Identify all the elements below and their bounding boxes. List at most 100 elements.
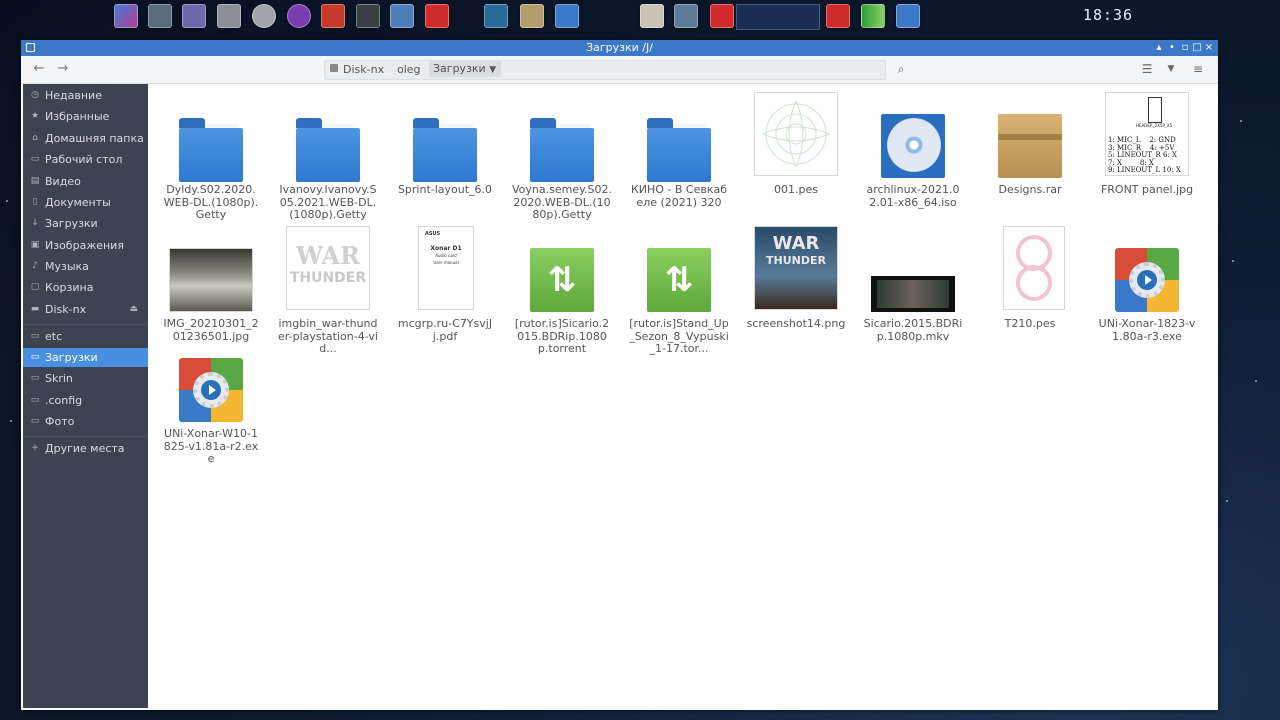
palette-icon[interactable]: [182, 4, 206, 28]
clock[interactable]: 18:36: [1068, 6, 1148, 24]
menu-icon[interactable]: ≡: [1189, 60, 1207, 78]
close-icon[interactable]: ×: [1204, 41, 1214, 55]
titlebar[interactable]: Загрузки /J/ ▴ • ▫ □ ×: [21, 40, 1218, 56]
back-arrow-icon[interactable]: [674, 4, 698, 28]
sidebar-other-locations[interactable]: + Другие места: [23, 439, 148, 458]
glass-icon[interactable]: [484, 4, 508, 28]
calculator-icon[interactable]: [148, 4, 172, 28]
pdf-title: Xonar D1: [430, 245, 462, 252]
disc-icon: [863, 90, 963, 180]
crumb-disk[interactable]: Disk-nx: [343, 63, 384, 76]
file-name: Ivanovy.Ivanovy.S05.2021.WEB-DL.(1080p).…: [279, 183, 377, 221]
file-name: archlinux-2021.02.01-x86_64.iso: [866, 183, 960, 209]
file-name: screenshot14.png: [746, 317, 846, 330]
sidebar-bookmark-etc[interactable]: ▭ etc: [23, 327, 148, 346]
sidebar-bookmark-photo[interactable]: ▭ Фото: [23, 412, 148, 431]
search-icon[interactable]: ⌕: [892, 60, 910, 78]
torrent-icon: ⇅: [512, 224, 612, 314]
trash-icon: ▢: [30, 282, 40, 292]
chevron-down-icon: ▼: [489, 65, 497, 75]
file-name: 001.pes: [774, 183, 818, 196]
document-icon: ▯: [32, 197, 38, 207]
maximize-icon[interactable]: □: [1192, 41, 1202, 55]
eject-icon[interactable]: ⏏: [129, 300, 138, 319]
installer-icon: [1097, 224, 1197, 314]
sidebar-item-recent[interactable]: ◷ Недавние: [23, 86, 148, 105]
file-name: imgbin_war-thunder-playstation-4-vid...: [278, 317, 378, 355]
equalizer-icon[interactable]: [321, 4, 345, 28]
telegram-icon[interactable]: [114, 4, 138, 28]
minimize-icon[interactable]: ▫: [1180, 41, 1190, 55]
file-name: Sprint-layout_6.0: [397, 183, 493, 196]
file-grid: Dyldy.S02.2020.WEB-DL.(1080p).Getty Ivan…: [149, 84, 1218, 710]
desktop-switch-icon[interactable]: [896, 4, 920, 28]
schematic-thumbnail: HEADER_2X5P_X5 1: MIC_L 2: GND 3: MIC_R …: [1097, 90, 1197, 180]
crumb-user[interactable]: oleg: [397, 63, 421, 76]
power-icon[interactable]: [826, 4, 850, 28]
opera-window-icon[interactable]: [710, 4, 734, 28]
media-player-icon[interactable]: [287, 4, 311, 28]
home-icon: ⌂: [32, 133, 38, 143]
file-name: Dyldy.S02.2020.WEB-DL.(1080p).Getty: [163, 183, 259, 221]
tweak-icon[interactable]: [217, 4, 241, 28]
sidebar-item-starred[interactable]: ★ Избранные: [23, 107, 148, 126]
folder-icon: ▭: [30, 352, 40, 362]
archive-icon: [980, 90, 1080, 180]
sidebar-item-disk[interactable]: ▬ Disk-nx ⏏: [23, 300, 148, 319]
opera-icon[interactable]: [425, 4, 449, 28]
sidebar-item-video[interactable]: ▤ Видео: [23, 172, 148, 191]
logo-war: WAR: [296, 241, 360, 270]
at-sign-icon[interactable]: [252, 4, 276, 28]
list-view-icon[interactable]: ☰: [1138, 60, 1156, 78]
pathbar: Disk-nx oleg Загрузки ▼: [324, 60, 886, 80]
folder-icon: ▭: [30, 331, 40, 341]
scanner-icon[interactable]: [640, 4, 664, 28]
sticky-icon[interactable]: •: [1167, 41, 1177, 55]
logo-thunder: THUNDER: [289, 270, 367, 286]
music-icon: ♪: [32, 261, 38, 271]
sidebar-item-downloads[interactable]: ↓ Загрузки: [23, 214, 148, 233]
file-manager-icon[interactable]: [555, 4, 579, 28]
image-icon: ▣: [30, 240, 40, 250]
terminal-icon[interactable]: [356, 4, 380, 28]
sidebar-divider: [23, 324, 148, 325]
sidebar-item-home[interactable]: ⌂ Домашняя папка: [23, 129, 148, 148]
sidebar-item-trash[interactable]: ▢ Корзина: [23, 278, 148, 297]
sidebar-item-images[interactable]: ▣ Изображения: [23, 236, 148, 255]
plus-icon: +: [31, 443, 39, 453]
sidebar-item-music[interactable]: ♪ Музыка: [23, 257, 148, 276]
file-name: UNi-Xonar-1823-v1.80a-r3.exe: [1098, 317, 1196, 343]
video-thumbnail: [863, 224, 963, 314]
forward-icon[interactable]: →: [55, 60, 71, 78]
torrent-icon: ⇅: [629, 224, 729, 314]
pdf-thumbnail: ASUS Xonar D1 Audio card User manual: [395, 224, 495, 314]
folder-icon: ▭: [30, 395, 40, 405]
folder-icon: [629, 90, 729, 182]
back-icon[interactable]: ←: [31, 60, 47, 78]
sidebar-bookmark-config[interactable]: ▭ .config: [23, 391, 148, 410]
window-icon[interactable]: [390, 4, 414, 28]
sidebar-divider: [23, 436, 148, 437]
sidebar-bookmark-skrin[interactable]: ▭ Skrin: [23, 369, 148, 388]
archive-icon[interactable]: [520, 4, 544, 28]
sidebar-item-desktop[interactable]: ▭ Рабочий стол: [23, 150, 148, 169]
volume-meter-icon[interactable]: [861, 4, 885, 28]
file-manager-window: Загрузки /J/ ▴ • ▫ □ × ← → Disk-nx oleg …: [21, 40, 1218, 710]
installer-icon: [161, 334, 261, 424]
file-name: [rutor.is]Sicario.2015.BDRip.1080p.torre…: [514, 317, 610, 355]
schematic-header: HEADER_2X5P_X5: [1136, 123, 1173, 128]
star-icon: ★: [30, 111, 40, 121]
screenshot-war: WAR: [772, 233, 820, 254]
photo-thumbnail: [161, 224, 261, 314]
sidebar-item-documents[interactable]: ▯ Документы: [23, 193, 148, 212]
file-name: Voyna.semey.S02.2020.WEB-DL.(1080p).Gett…: [512, 183, 613, 221]
window-preview-strip[interactable]: [736, 4, 820, 30]
sidebar-bookmark-downloads[interactable]: ▭ Загрузки: [23, 348, 148, 367]
video-icon: ▤: [30, 176, 40, 186]
file-name: Sicario.2015.BDRip.1080p.mkv: [863, 317, 963, 343]
view-options-chevron-icon[interactable]: ▼: [1162, 60, 1180, 78]
pdf-brand: ASUS: [425, 231, 441, 237]
crumb-current[interactable]: Загрузки ▼: [429, 61, 501, 77]
shade-icon[interactable]: ▴: [1154, 41, 1164, 55]
file-name: FRONT panel.jpg: [1100, 183, 1194, 196]
